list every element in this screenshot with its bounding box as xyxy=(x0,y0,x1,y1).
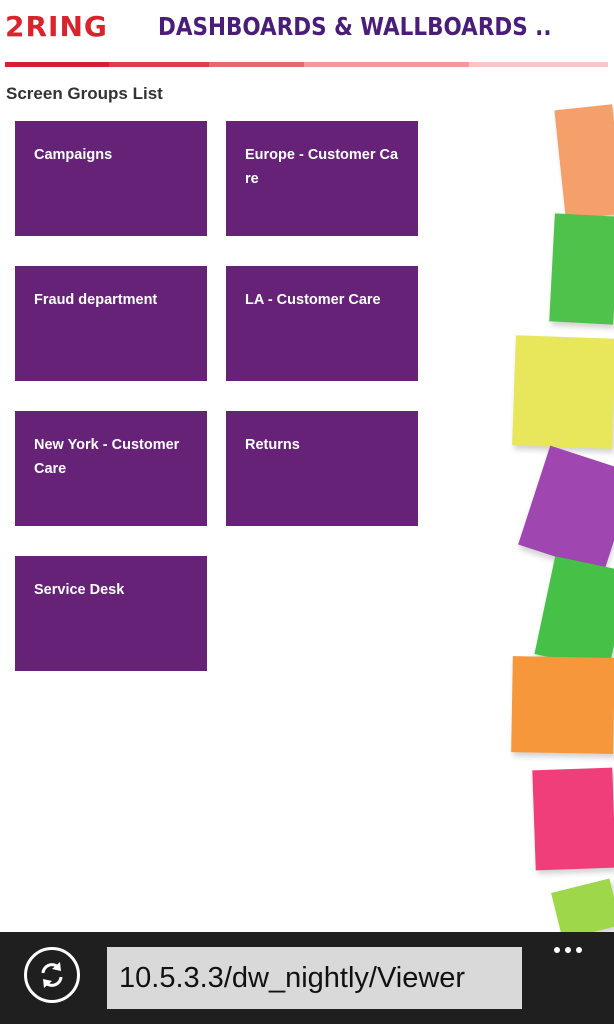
sticky-note xyxy=(511,656,614,754)
tile-label: New York - Customer Care xyxy=(34,437,180,477)
header: 2RING DASHBOARDS & WALLBOARDS .. xyxy=(0,0,614,62)
tile-label: Fraud department xyxy=(34,292,158,308)
app-title: DASHBOARDS & WALLBOARDS .. xyxy=(158,12,552,41)
tile-label: LA - Customer Care xyxy=(245,292,381,308)
sticky-note xyxy=(551,878,614,935)
screen-group-tile-la-customer-care[interactable]: LA - Customer Care xyxy=(226,266,418,381)
page-title: Screen Groups List xyxy=(6,84,163,103)
more-icon xyxy=(565,947,571,953)
header-stripe xyxy=(469,62,608,67)
refresh-icon xyxy=(41,962,63,988)
sticky-note xyxy=(549,213,614,325)
refresh-button[interactable] xyxy=(24,947,80,1003)
sticky-note xyxy=(554,104,614,220)
page: 2RING DASHBOARDS & WALLBOARDS .. Screen … xyxy=(0,0,614,1024)
screen-group-tile-fraud-department[interactable]: Fraud department xyxy=(15,266,207,381)
tile-label: Europe - Customer Care xyxy=(245,147,399,187)
tile-label: Service Desk xyxy=(34,582,125,598)
sticky-note xyxy=(512,335,614,449)
header-stripe xyxy=(304,62,469,67)
address-bar[interactable]: 10.5.3.3/dw_nightly/Viewer xyxy=(107,947,522,1009)
sticky-note xyxy=(518,445,614,573)
tile-label: Returns xyxy=(245,437,300,453)
more-icon xyxy=(576,947,582,953)
header-stripe xyxy=(5,62,109,67)
more-button[interactable] xyxy=(548,938,588,962)
sticky-note xyxy=(532,767,614,871)
header-stripe xyxy=(209,62,304,67)
sticky-notes-decoration xyxy=(504,95,614,935)
screen-groups-list: Campaigns Europe - Customer Care Fraud d… xyxy=(15,121,419,671)
sticky-note xyxy=(534,556,614,670)
screen-group-tile-campaigns[interactable]: Campaigns xyxy=(15,121,207,236)
tile-label: Campaigns xyxy=(34,147,113,163)
screen-group-tile-returns[interactable]: Returns xyxy=(226,411,418,526)
header-stripe xyxy=(109,62,209,67)
screen-group-tile-new-york-customer-care[interactable]: New York - Customer Care xyxy=(15,411,207,526)
logo: 2RING xyxy=(5,10,108,43)
screen-group-tile-service-desk[interactable]: Service Desk xyxy=(15,556,207,671)
screen-group-tile-europe-customer-care[interactable]: Europe - Customer Care xyxy=(226,121,418,236)
browser-app-bar: 10.5.3.3/dw_nightly/Viewer xyxy=(0,932,614,1024)
more-icon xyxy=(554,947,560,953)
